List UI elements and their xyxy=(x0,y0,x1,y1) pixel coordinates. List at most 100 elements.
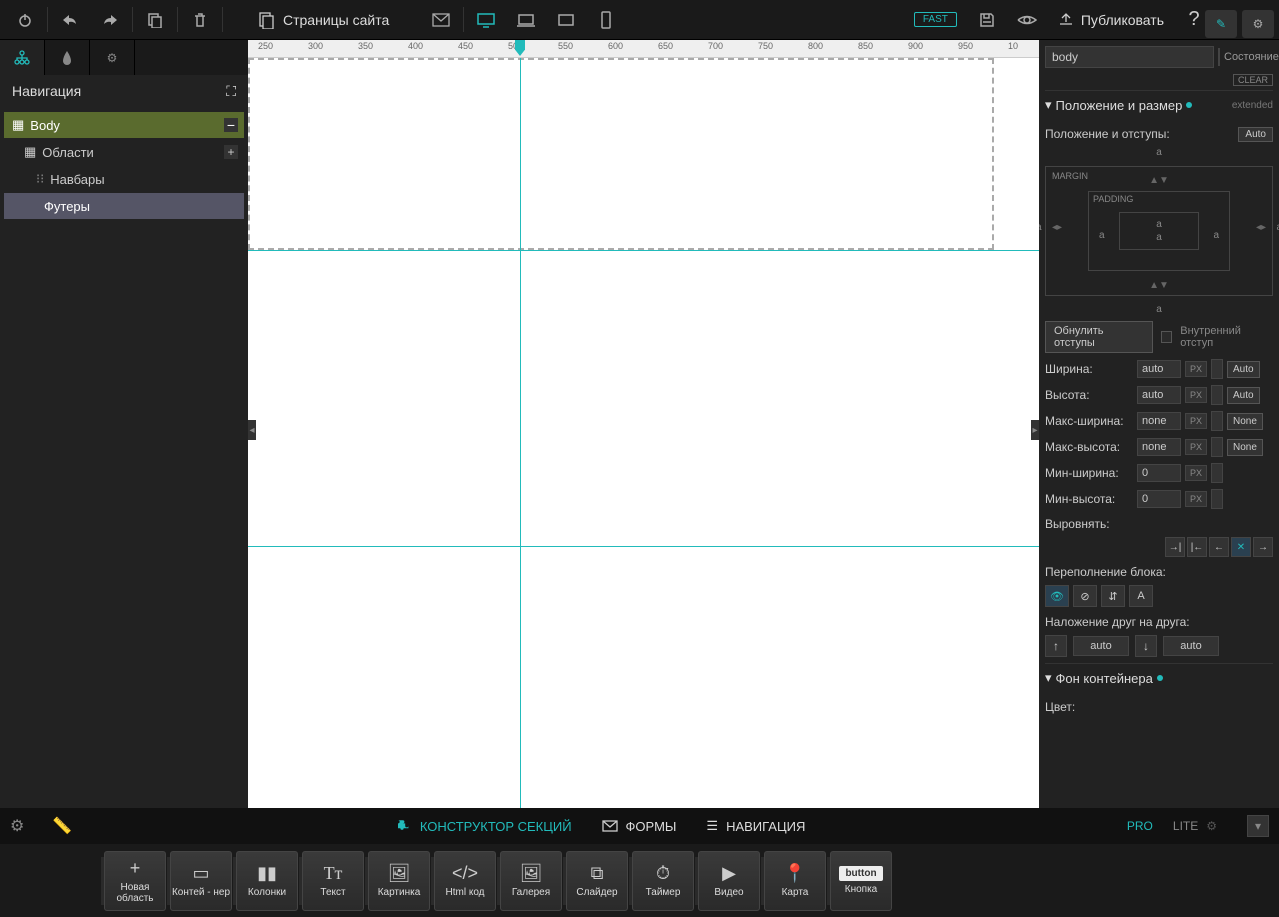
bottom-ruler-icon[interactable]: 📏 xyxy=(52,816,72,836)
guide-vertical xyxy=(520,58,521,808)
canvas[interactable] xyxy=(248,58,1039,808)
tab-styles[interactable] xyxy=(45,40,90,75)
mobile-icon[interactable] xyxy=(586,1,626,39)
tab-structure[interactable] xyxy=(0,40,45,75)
preview-icon[interactable] xyxy=(1007,1,1047,39)
section-background[interactable]: ▾Фон контейнера xyxy=(1045,663,1273,692)
canvas-area: 2503003504004505005506006507007508008509… xyxy=(248,40,1039,808)
align-1[interactable]: →| xyxy=(1165,537,1185,557)
align-3[interactable]: ← xyxy=(1209,537,1229,557)
widget-button[interactable]: buttonКнопка xyxy=(830,851,892,911)
widget-text[interactable]: TᴛТекст xyxy=(302,851,364,911)
zindex-input[interactable] xyxy=(1073,636,1129,656)
widget-slider[interactable]: ⧉Слайдер xyxy=(566,851,628,911)
tree-areas[interactable]: ▦Области + xyxy=(4,139,244,165)
widget-container[interactable]: ▭Контей - нер xyxy=(170,851,232,911)
publish-button[interactable]: Публиковать xyxy=(1047,12,1174,28)
plus-icon: + xyxy=(130,858,141,879)
pro-button[interactable]: PRO xyxy=(1127,819,1153,833)
nav-expand-icon[interactable]: ⛶ xyxy=(226,83,236,100)
widget-columns[interactable]: ▮▮Колонки xyxy=(236,851,298,911)
zindex-input2[interactable] xyxy=(1163,636,1219,656)
align-2[interactable]: |← xyxy=(1187,537,1207,557)
ruler-marker[interactable] xyxy=(515,40,525,56)
maxh-none[interactable]: None xyxy=(1227,439,1263,456)
nav-header: Навигация ⛶ xyxy=(0,75,248,107)
selector-input[interactable] xyxy=(1045,46,1214,68)
brush-icon[interactable]: ✎ xyxy=(1205,10,1237,38)
lite-gear-icon[interactable]: ⚙ xyxy=(1206,819,1217,833)
redo-icon[interactable] xyxy=(90,1,130,39)
selector-grid-icon[interactable] xyxy=(1218,48,1220,66)
widget-area[interactable]: +Новая область xyxy=(104,851,166,911)
settings-icon[interactable]: ⚙ xyxy=(1242,10,1274,38)
overflow-scroll[interactable]: ⇵ xyxy=(1101,585,1125,607)
maxw-none[interactable]: None xyxy=(1227,413,1263,430)
puzzle-icon xyxy=(394,817,412,835)
pages-button[interactable]: Страницы сайта xyxy=(245,11,401,29)
trash-icon[interactable] xyxy=(180,1,220,39)
mail-icon[interactable] xyxy=(421,1,461,39)
widget-gallery[interactable]: 🖼Галерея xyxy=(500,851,562,911)
maxh-input[interactable] xyxy=(1137,438,1181,456)
overflow-auto[interactable]: A xyxy=(1129,585,1153,607)
bottom-bar: ⚙ 📏 КОНСТРУКТОР СЕКЦИЙ ФОРМЫ ☰ НАВИГАЦИЯ… xyxy=(0,808,1279,844)
widget-html[interactable]: </>Html код xyxy=(434,851,496,911)
nav-title: Навигация xyxy=(12,83,81,99)
top-toolbar: Страницы сайта FAST Публиковать ? xyxy=(0,0,1279,40)
tablet-icon[interactable] xyxy=(546,1,586,39)
lite-button[interactable]: LITE xyxy=(1173,819,1198,833)
toggle-right-panel[interactable]: ▸ xyxy=(1031,420,1039,440)
tab-settings[interactable]: ⚙ xyxy=(90,40,135,75)
power-icon[interactable] xyxy=(5,1,45,39)
laptop-icon[interactable] xyxy=(506,1,546,39)
undo-icon[interactable] xyxy=(50,1,90,39)
desktop-icon[interactable] xyxy=(466,1,506,39)
align-4[interactable]: ✕ xyxy=(1231,537,1251,557)
maxw-input[interactable] xyxy=(1137,412,1181,430)
widgets-bar: +Новая область ▭Контей - нер ▮▮Колонки T… xyxy=(0,844,1279,917)
overflow-visible[interactable]: 👁 xyxy=(1045,585,1069,607)
tab-forms[interactable]: ФОРМЫ xyxy=(602,817,677,835)
tab-navigation[interactable]: ☰ НАВИГАЦИЯ xyxy=(706,817,805,835)
tree-footers[interactable]: Футеры xyxy=(4,193,244,219)
height-input[interactable] xyxy=(1137,386,1181,404)
toggle-left-panel[interactable]: ◂ xyxy=(248,420,256,440)
stack-up[interactable]: ↑ xyxy=(1045,635,1067,657)
copy-icon[interactable] xyxy=(135,1,175,39)
box-model[interactable]: MARGIN a a ▲▼ ▲▼ ◂▸ ◂▸ PADDING a a a a xyxy=(1045,166,1273,296)
section-position[interactable]: ▾Положение и размер extended xyxy=(1045,90,1273,119)
minw-input[interactable] xyxy=(1137,464,1181,482)
tree-navbars[interactable]: ⁝⁝Навбары xyxy=(4,166,244,192)
width-input[interactable] xyxy=(1137,360,1181,378)
widget-map[interactable]: 📍Карта xyxy=(764,851,826,911)
minh-input[interactable] xyxy=(1137,490,1181,508)
widget-image[interactable]: 🖼Картинка xyxy=(368,851,430,911)
align-5[interactable]: → xyxy=(1253,537,1273,557)
container-icon: ▭ xyxy=(192,863,209,884)
stack-down[interactable]: ↓ xyxy=(1135,635,1157,657)
bottom-gear-icon[interactable]: ⚙ xyxy=(10,816,24,836)
fast-badge[interactable]: FAST xyxy=(914,12,957,27)
collapse-icon[interactable]: − xyxy=(224,118,238,132)
overflow-hidden[interactable]: ⊘ xyxy=(1073,585,1097,607)
clear-button[interactable]: CLEAR xyxy=(1233,74,1273,86)
height-auto[interactable]: Auto xyxy=(1227,387,1260,404)
bottom-dropdown[interactable]: ▾ xyxy=(1247,815,1269,837)
auto-button[interactable]: Auto xyxy=(1238,127,1273,142)
left-panel: ⚙ Навигация ⛶ ▦Body − ▦Области + ⁝⁝Навба… xyxy=(0,40,248,808)
position-label: Положение и отступы: Auto xyxy=(1045,127,1273,141)
add-area-icon[interactable]: + xyxy=(224,145,238,159)
widget-timer[interactable]: ⏱Таймер xyxy=(632,851,694,911)
tab-constructor[interactable]: КОНСТРУКТОР СЕКЦИЙ xyxy=(394,817,572,835)
guide-h1 xyxy=(248,250,1039,251)
tree-body[interactable]: ▦Body − xyxy=(4,112,244,138)
inner-padding-checkbox[interactable] xyxy=(1161,331,1173,343)
reset-padding-button[interactable]: Обнулить отступы xyxy=(1045,321,1153,353)
pages-icon xyxy=(257,11,275,29)
code-icon: </> xyxy=(452,863,478,884)
width-auto[interactable]: Auto xyxy=(1227,361,1260,378)
save-icon[interactable] xyxy=(967,1,1007,39)
widget-video[interactable]: ▶Видео xyxy=(698,851,760,911)
slider-icon: ⧉ xyxy=(591,863,604,884)
